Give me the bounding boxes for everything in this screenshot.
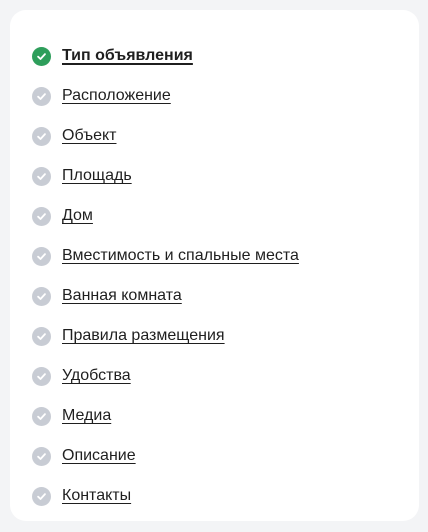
step-label: Правила размещения <box>62 327 225 344</box>
step-label: Тип объявления <box>62 47 193 64</box>
check-circle-icon <box>32 326 51 346</box>
step-item-media[interactable]: Медиа <box>32 396 299 436</box>
step-item-building[interactable]: Дом <box>32 196 299 236</box>
step-item-contacts[interactable]: Контакты <box>32 476 299 516</box>
step-item-house-rules[interactable]: Правила размещения <box>32 316 299 356</box>
step-item-amenities[interactable]: Удобства <box>32 356 299 396</box>
step-item-location[interactable]: Расположение <box>32 76 299 116</box>
check-circle-icon <box>32 406 51 426</box>
check-circle-icon <box>32 206 51 226</box>
step-item-bathroom[interactable]: Ванная комната <box>32 276 299 316</box>
check-circle-icon <box>32 46 51 66</box>
step-label: Удобства <box>62 367 131 384</box>
step-label: Объект <box>62 127 117 144</box>
step-label: Вместимость и спальные места <box>62 247 299 264</box>
step-label: Ванная комната <box>62 287 182 304</box>
step-label: Контакты <box>62 487 132 504</box>
step-label: Медиа <box>62 407 112 424</box>
check-circle-icon <box>32 166 51 186</box>
step-item-area[interactable]: Площадь <box>32 156 299 196</box>
check-circle-icon <box>32 486 51 506</box>
check-circle-icon <box>32 246 51 266</box>
check-circle-icon <box>32 86 51 106</box>
step-item-property[interactable]: Объект <box>32 116 299 156</box>
check-circle-icon <box>32 286 51 306</box>
step-label: Площадь <box>62 167 132 184</box>
check-circle-icon <box>32 366 51 386</box>
check-circle-icon <box>32 126 51 146</box>
step-item-capacity[interactable]: Вместимость и спальные места <box>32 236 299 276</box>
steps-list: Тип объявления Расположение Объект Площа… <box>32 36 299 516</box>
step-item-description[interactable]: Описание <box>32 436 299 476</box>
step-label: Расположение <box>62 87 171 104</box>
step-label: Описание <box>62 447 136 464</box>
steps-card: Тип объявления Расположение Объект Площа… <box>10 10 419 521</box>
step-item-listing-type[interactable]: Тип объявления <box>32 36 299 76</box>
check-circle-icon <box>32 446 51 466</box>
step-label: Дом <box>62 207 93 224</box>
